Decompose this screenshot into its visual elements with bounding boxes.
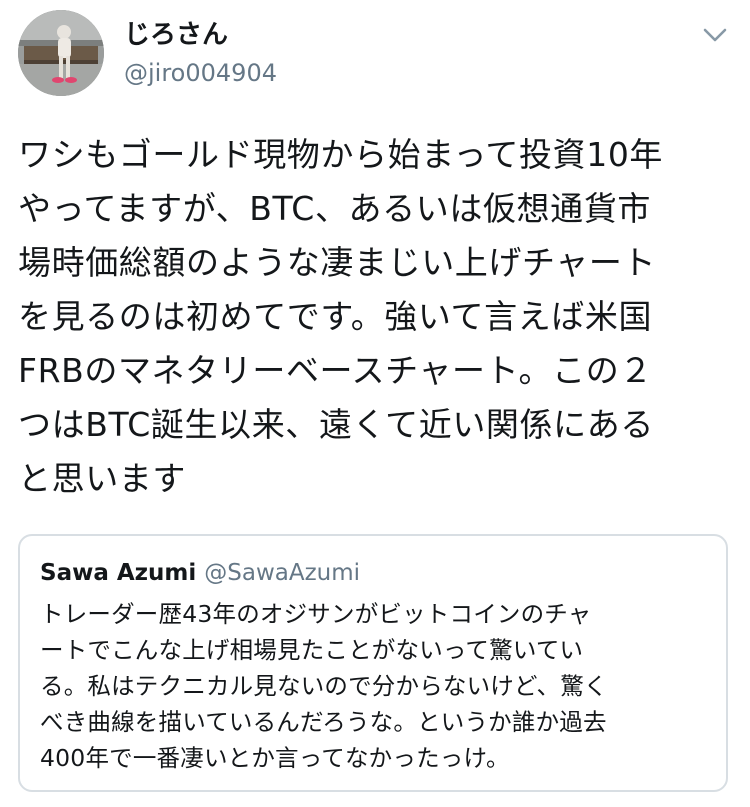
quoted-text-line: べき曲線を描いているんだろうな。というか誰か過去 (40, 708, 607, 736)
tweet-text-line: ワシもゴールド現物から始まって投資10年 (18, 135, 664, 174)
tweet-text: ワシもゴールド現物から始まって投資10年 やってますが、BTC、あるいは仮想通貨… (18, 128, 724, 506)
tweet-text-line: と思います (18, 459, 186, 498)
chevron-down-icon (703, 28, 727, 42)
quoted-tweet-card[interactable]: Sawa Azumi @SawaAzumi トレーダー歴43年のオジサンがビットコ… (18, 534, 728, 792)
quoted-text-line: 400年で一番凄いとか言ってなかったっけ。 (40, 744, 510, 772)
quoted-text-line: ートでこんな上げ相場見たことがないって驚いてい (40, 636, 584, 664)
quoted-tweet-header: Sawa Azumi @SawaAzumi (40, 558, 360, 590)
avatar-photo (18, 10, 104, 96)
tweet-text-line: 場時価総額のような凄まじい上げチャート (18, 243, 657, 282)
quoted-text-line: る。私はテクニカル見ないので分からないけど、驚く (40, 672, 608, 700)
quoted-author-handle: @SawaAzumi (204, 560, 361, 586)
tweet: じろさん @jiro004904 ワシもゴールド現物から始まって投資10年 やっ… (0, 0, 750, 807)
quoted-text-line: トレーダー歴43年のオジサンがビットコインのチャ (40, 600, 592, 628)
author-handle[interactable]: @jiro004904 (124, 58, 277, 88)
tweet-text-line: FRBのマネタリーベースチャート。この２ (18, 351, 653, 390)
quoted-author-display-name: Sawa Azumi (40, 560, 197, 586)
tweet-text-line: を見るのは初めてです。強いて言えば米国 (18, 297, 653, 336)
tweet-text-line: つはBTC誕生以来、遠くて近い関係にある (18, 405, 654, 444)
quoted-tweet-text: トレーダー歴43年のオジサンがビットコインのチャ ートでこんな上げ相場見たことが… (40, 596, 720, 776)
author-avatar[interactable] (18, 10, 104, 96)
author-display-name[interactable]: じろさん (124, 18, 228, 52)
tweet-text-line: やってますが、BTC、あるいは仮想通貨市 (18, 189, 651, 228)
tweet-menu-button[interactable] (700, 24, 730, 46)
